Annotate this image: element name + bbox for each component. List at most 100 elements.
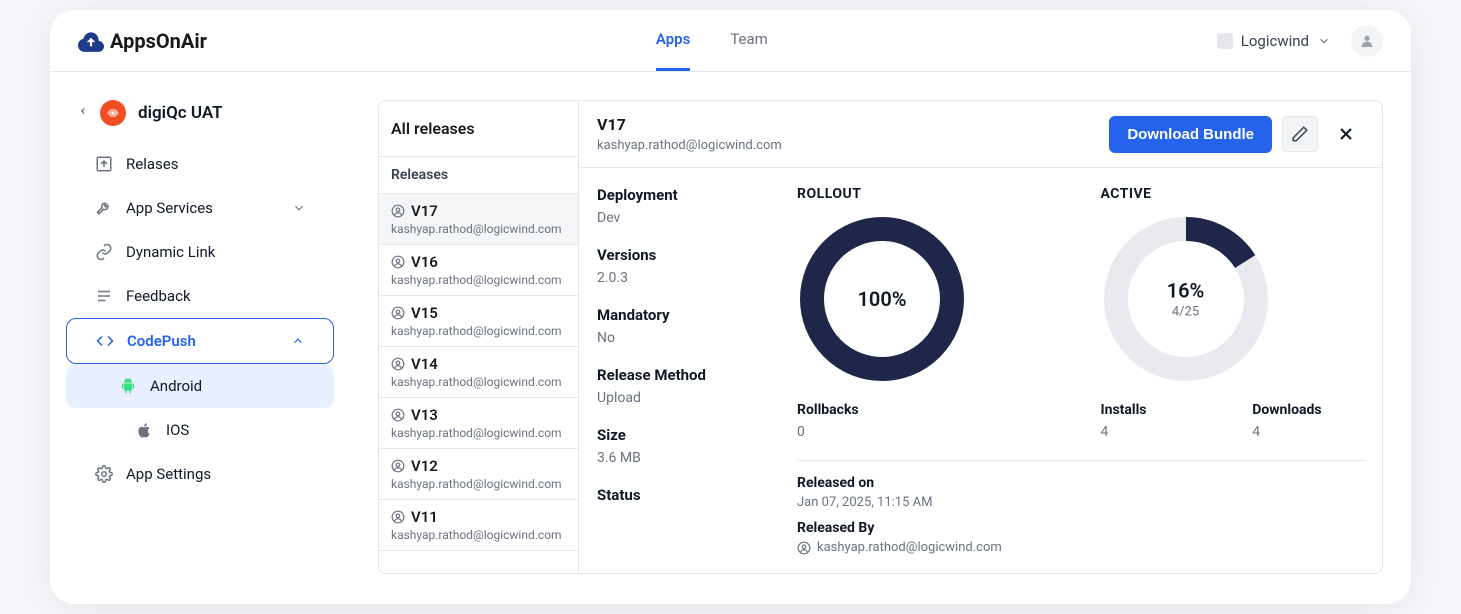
user-circle-icon <box>797 541 811 555</box>
installs-label: Installs <box>1101 402 1213 418</box>
stats-column: ROLLOUT 100% Rollbacks 0 <box>797 186 1364 555</box>
org-selector[interactable]: Logicwind <box>1217 32 1331 50</box>
sidebar-label: App Services <box>126 199 213 217</box>
main-content: All releases Releases V17 kashyap.rathod… <box>350 72 1411 602</box>
feedback-icon <box>94 286 114 306</box>
released-by-label: Released By <box>797 520 1364 536</box>
chevron-down-icon <box>292 201 306 215</box>
rollout-percent: 100% <box>857 287 906 311</box>
download-bundle-button[interactable]: Download Bundle <box>1109 116 1272 153</box>
detail-header: V17 kashyap.rathod@logicwind.com Downloa… <box>579 101 1382 168</box>
release-email-text: kashyap.rathod@logicwind.com <box>391 324 566 338</box>
user-avatar[interactable] <box>1351 25 1383 57</box>
status-label: Status <box>597 486 767 504</box>
active-percent: 16% <box>1167 279 1205 303</box>
released-info: Released on Jan 07, 2025, 11:15 AM Relea… <box>797 460 1364 555</box>
org-name: Logicwind <box>1241 32 1309 50</box>
installs-value: 4 <box>1101 424 1213 440</box>
release-item[interactable]: V16 kashyap.rathod@logicwind.com <box>379 245 578 296</box>
rollbacks-value: 0 <box>797 424 1061 440</box>
sidebar-label: Relases <box>126 155 178 173</box>
release-email-text: kashyap.rathod@logicwind.com <box>391 375 566 389</box>
rollout-chart: ROLLOUT 100% Rollbacks 0 <box>797 186 1061 440</box>
wrench-icon <box>94 198 114 218</box>
release-item[interactable]: V14 kashyap.rathod@logicwind.com <box>379 347 578 398</box>
sidebar-item-codepush[interactable]: CodePush <box>66 318 334 364</box>
app-name: digiQc UAT <box>138 103 223 123</box>
sidebar-item-app-settings[interactable]: App Settings <box>66 452 334 496</box>
close-button[interactable] <box>1328 116 1364 152</box>
sidebar-item-app-services[interactable]: App Services <box>66 186 334 230</box>
release-version-text: V13 <box>411 406 438 424</box>
release-email-text: kashyap.rathod@logicwind.com <box>391 222 566 236</box>
chevron-down-icon <box>1317 34 1331 48</box>
release-version-text: V11 <box>411 508 438 526</box>
sidebar-item-releases[interactable]: Relases <box>66 142 334 186</box>
user-circle-icon <box>391 459 405 473</box>
release-email-text: kashyap.rathod@logicwind.com <box>391 273 566 287</box>
sidebar-item-ios[interactable]: IOS <box>66 408 334 452</box>
releases-column: All releases Releases V17 kashyap.rathod… <box>379 101 579 573</box>
back-button[interactable] <box>78 104 88 122</box>
release-item[interactable]: V11 kashyap.rathod@logicwind.com <box>379 500 578 551</box>
user-circle-icon <box>391 408 405 422</box>
release-version-text: V16 <box>411 253 438 271</box>
release-item[interactable]: V13 kashyap.rathod@logicwind.com <box>379 398 578 449</box>
sidebar-label: Android <box>150 377 202 395</box>
release-item[interactable]: V17 kashyap.rathod@logicwind.com <box>379 194 578 245</box>
user-circle-icon <box>391 204 405 218</box>
release-panel: All releases Releases V17 kashyap.rathod… <box>378 100 1383 574</box>
released-on-label: Released on <box>797 475 1364 491</box>
sidebar-label: CodePush <box>127 332 196 350</box>
user-circle-icon <box>391 357 405 371</box>
releases-header: All releases <box>379 101 578 157</box>
link-icon <box>94 242 114 262</box>
sidebar: digiQc UAT Relases App Services Dynamic … <box>50 72 350 602</box>
logo[interactable]: AppsOnAir <box>78 28 207 54</box>
releases-subheader: Releases <box>379 157 578 194</box>
close-icon <box>1336 124 1356 144</box>
sidebar-label: Feedback <box>126 287 191 305</box>
tab-apps[interactable]: Apps <box>656 10 690 71</box>
released-by-value: kashyap.rathod@logicwind.com <box>817 540 1002 555</box>
active-chart: ACTIVE 16% 4/25 <box>1101 186 1365 440</box>
release-method-label: Release Method <box>597 366 767 384</box>
header: AppsOnAir Apps Team Logicwind <box>50 10 1411 72</box>
release-email-text: kashyap.rathod@logicwind.com <box>391 426 566 440</box>
detail-column: V17 kashyap.rathod@logicwind.com Downloa… <box>579 101 1382 573</box>
header-right: Logicwind <box>1217 25 1383 57</box>
sidebar-item-feedback[interactable]: Feedback <box>66 274 334 318</box>
pencil-icon <box>1291 125 1309 143</box>
rollout-title: ROLLOUT <box>797 186 1061 202</box>
release-email: kashyap.rathod@logicwind.com <box>597 138 782 153</box>
chevron-left-icon <box>78 104 88 118</box>
released-on-value: Jan 07, 2025, 11:15 AM <box>797 495 1364 510</box>
apple-icon <box>134 420 154 440</box>
tab-team[interactable]: Team <box>730 10 768 71</box>
user-circle-icon <box>391 255 405 269</box>
android-icon <box>118 376 138 396</box>
code-icon <box>95 331 115 351</box>
release-email-text: kashyap.rathod@logicwind.com <box>391 477 566 491</box>
sidebar-item-dynamic-link[interactable]: Dynamic Link <box>66 230 334 274</box>
sidebar-label: App Settings <box>126 465 211 483</box>
size-label: Size <box>597 426 767 444</box>
release-email-text: kashyap.rathod@logicwind.com <box>391 528 566 542</box>
rollbacks-label: Rollbacks <box>797 402 1061 418</box>
sidebar-label: Dynamic Link <box>126 243 215 261</box>
mandatory-label: Mandatory <box>597 306 767 324</box>
active-ratio: 4/25 <box>1167 305 1205 320</box>
edit-button[interactable] <box>1282 116 1318 152</box>
sidebar-item-android[interactable]: Android <box>66 364 334 408</box>
logo-text: AppsOnAir <box>110 29 207 53</box>
nav-tabs: Apps Team <box>656 10 768 71</box>
sidebar-label: IOS <box>166 421 189 439</box>
org-icon <box>1217 33 1233 49</box>
upload-icon <box>94 154 114 174</box>
release-item[interactable]: V12 kashyap.rathod@logicwind.com <box>379 449 578 500</box>
deployment-label: Deployment <box>597 186 767 204</box>
release-item[interactable]: V15 kashyap.rathod@logicwind.com <box>379 296 578 347</box>
mandatory-value: No <box>597 330 767 346</box>
release-version-text: V15 <box>411 304 438 322</box>
release-version-text: V17 <box>411 202 438 220</box>
